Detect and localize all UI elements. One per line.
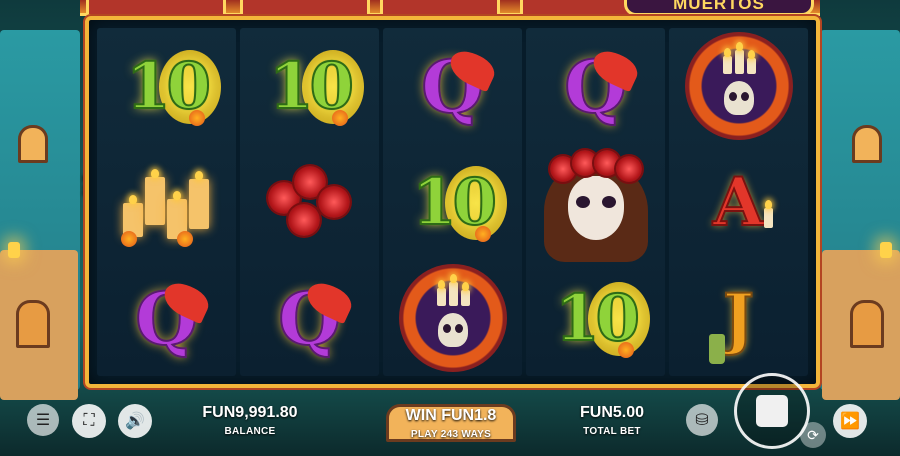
candles-icon xyxy=(117,157,217,247)
stop-icon xyxy=(756,395,788,427)
left-door xyxy=(16,300,50,348)
game-logo: MUERTOS xyxy=(624,0,814,16)
symbol-jack: J xyxy=(679,264,799,372)
skull-wreath-icon xyxy=(684,32,793,140)
symbol-catrina xyxy=(536,148,656,262)
win-value: WIN FUN1.8 xyxy=(405,407,497,424)
symbol-wreath xyxy=(393,264,513,372)
right-door xyxy=(850,300,884,348)
jack-glyph: J xyxy=(722,278,755,358)
fast-forward-icon: ⏩ xyxy=(840,413,860,430)
total-bet-value: FUN5.00 xyxy=(579,404,645,421)
reel-2: 10 Q xyxy=(240,28,379,376)
fullscreen-button[interactable]: ⛶ xyxy=(72,404,106,438)
bet-settings-button[interactable]: ⛁ xyxy=(686,404,718,436)
symbol-queen: Q xyxy=(107,264,227,372)
symbol-ten: 10 xyxy=(393,148,513,256)
skull-wreath-icon xyxy=(398,264,507,372)
coins-icon: ⛁ xyxy=(695,412,709,429)
autoplay-button[interactable]: ⟳ xyxy=(800,422,826,448)
speaker-icon: 🔊 xyxy=(125,413,145,430)
reel-4: Q 10 xyxy=(526,28,665,376)
symbol-ace: A xyxy=(679,148,799,256)
marigold-icon xyxy=(617,342,634,358)
symbol-queen: Q xyxy=(393,32,513,140)
roses-icon xyxy=(260,162,360,242)
skull-icon xyxy=(437,313,468,347)
symbol-queen: Q xyxy=(536,32,656,140)
fullscreen-icon: ⛶ xyxy=(83,412,95,429)
reels: 10 Q 10 Q Q 10 Q 10 A J xyxy=(97,28,808,376)
right-window xyxy=(852,125,882,163)
symbol-wreath xyxy=(679,32,799,140)
ace-glyph: A xyxy=(712,162,765,242)
menu-icon: ☰ xyxy=(35,412,51,429)
total-bet-label: TOTAL BET xyxy=(583,426,641,437)
marigold-icon xyxy=(188,110,205,126)
balance-value: FUN9,991.80 xyxy=(202,404,298,421)
menu-button[interactable]: ☰ xyxy=(27,404,59,436)
marigold-icon xyxy=(331,110,348,126)
banner-segment xyxy=(380,0,500,14)
reel-1: 10 Q xyxy=(97,28,236,376)
autoplay-icon: ⟳ xyxy=(807,426,819,443)
left-window xyxy=(18,125,48,163)
banner-segment xyxy=(240,0,370,14)
balance-display: FUN9,991.80 BALANCE xyxy=(190,404,310,437)
total-bet-display[interactable]: FUN5.00 TOTAL BET xyxy=(560,404,664,437)
reel-frame: 10 Q 10 Q Q 10 Q 10 A J xyxy=(85,16,820,388)
symbol-queen: Q xyxy=(250,264,370,372)
symbol-roses xyxy=(250,148,370,256)
right-lamp xyxy=(880,242,892,258)
win-display: WIN FUN1.8 PLAY 243 WAYS xyxy=(386,404,516,442)
reel-5: A J xyxy=(669,28,808,376)
catrina-icon xyxy=(536,142,656,262)
turbo-button[interactable]: ⏩ xyxy=(833,404,867,438)
symbol-candles xyxy=(107,148,227,256)
left-lamp xyxy=(8,242,20,258)
symbol-ten: 10 xyxy=(250,32,370,140)
bottle-icon xyxy=(708,334,725,364)
balance-label: BALANCE xyxy=(224,426,276,437)
symbol-ten: 10 xyxy=(536,264,656,372)
spin-button[interactable] xyxy=(734,373,810,449)
symbol-ten: 10 xyxy=(107,32,227,140)
marigold-icon xyxy=(474,226,491,242)
ways-label: PLAY 243 WAYS xyxy=(410,429,492,440)
banner-segment xyxy=(86,0,226,14)
reel-3: Q 10 xyxy=(383,28,522,376)
skull-icon xyxy=(723,81,754,115)
sound-button[interactable]: 🔊 xyxy=(118,404,152,438)
